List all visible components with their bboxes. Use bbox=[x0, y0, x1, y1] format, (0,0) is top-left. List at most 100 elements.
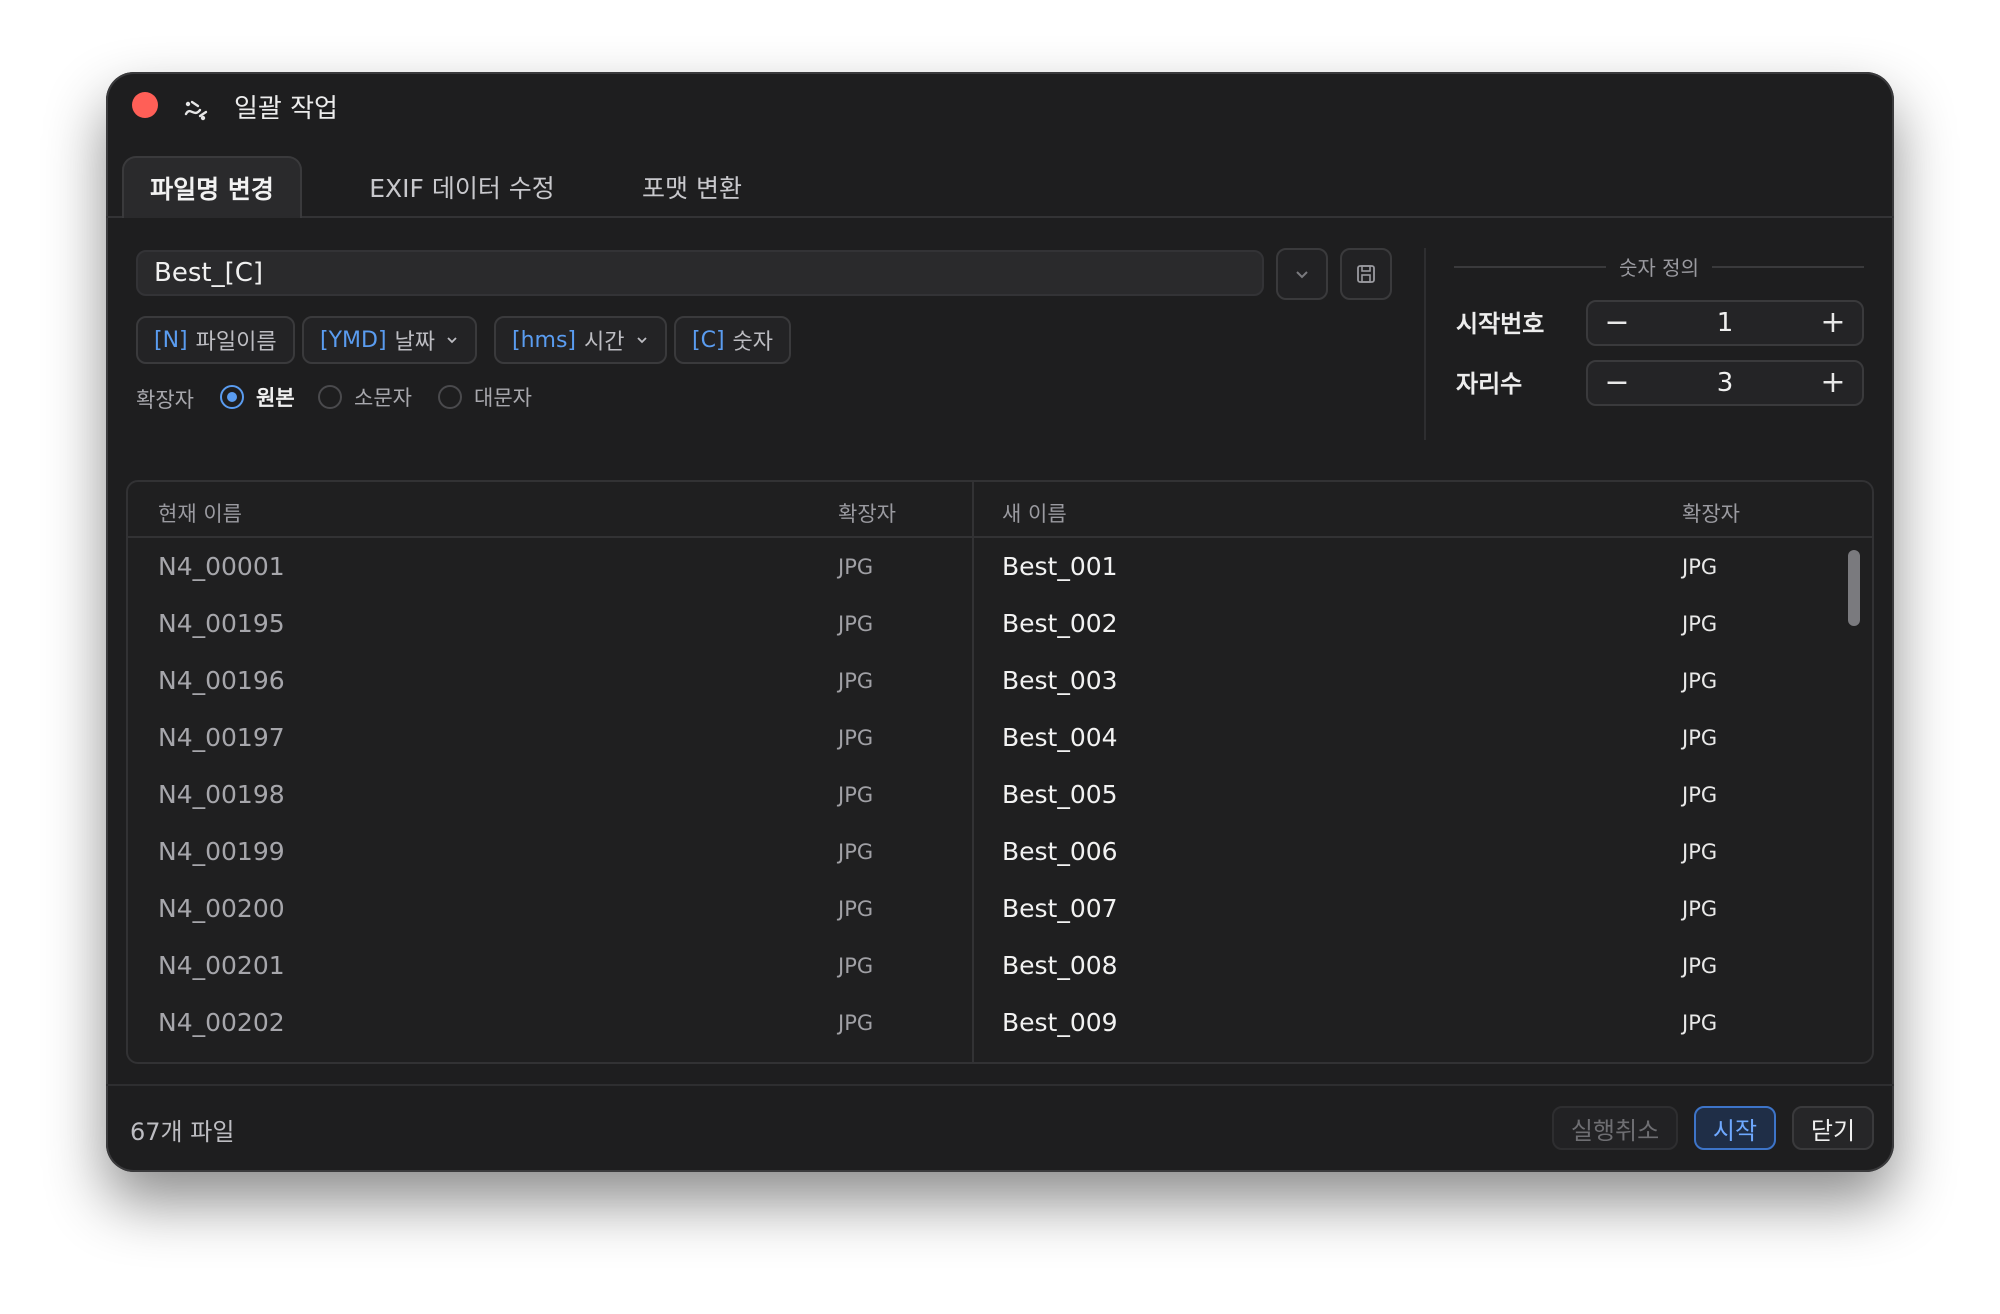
header-extension: 확장자 bbox=[838, 502, 896, 526]
tab-format[interactable]: 포맷 변환 bbox=[612, 156, 772, 218]
new-name-cell: Best_005 bbox=[1002, 780, 1118, 809]
token-code: [YMD] bbox=[320, 327, 387, 353]
number-definition-header: 숫자 정의 bbox=[1454, 252, 1864, 282]
batch-icon bbox=[184, 100, 208, 121]
new-name-cell: Best_006 bbox=[1002, 837, 1118, 866]
radio-label: 원본 bbox=[256, 386, 295, 410]
close-window-button[interactable] bbox=[132, 92, 158, 118]
table-row[interactable]: N4_00197 JPG Best_004 JPG bbox=[128, 711, 1872, 768]
token-label: 숫자 bbox=[732, 330, 774, 355]
increment-button[interactable]: + bbox=[1818, 368, 1848, 398]
table-row[interactable]: N4_00198 JPG Best_005 JPG bbox=[128, 768, 1872, 825]
radio-label: 소문자 bbox=[354, 386, 412, 410]
new-extension-cell: JPG bbox=[1682, 726, 1718, 750]
header-new-name: 새 이름 bbox=[1002, 502, 1067, 526]
token-label: 시간 bbox=[584, 330, 625, 355]
table-body: N4_00001 JPG Best_001 JPG N4_00195 JPG Best_00… bbox=[128, 540, 1872, 1062]
save-preset-button[interactable] bbox=[1340, 248, 1392, 300]
table-row[interactable]: N4_00001 JPG Best_001 JPG bbox=[128, 540, 1872, 597]
extension-cell: JPG bbox=[838, 612, 874, 636]
title-bar: 일괄 작업 bbox=[106, 72, 1894, 152]
tab-rename[interactable]: 파일명 변경 bbox=[122, 156, 302, 218]
table-row[interactable]: N4_00201 JPG Best_008 JPG bbox=[128, 939, 1872, 996]
tab-exif[interactable]: EXIF 데이터 수정 bbox=[342, 156, 582, 218]
extension-cell: JPG bbox=[838, 555, 874, 579]
digits-label: 자리수 bbox=[1456, 370, 1523, 398]
new-name-cell: Best_003 bbox=[1002, 666, 1118, 695]
current-name-cell: N4_00200 bbox=[158, 894, 285, 923]
save-icon bbox=[1357, 265, 1375, 283]
current-name-cell: N4_00001 bbox=[158, 552, 285, 581]
new-name-cell: Best_004 bbox=[1002, 723, 1118, 752]
batch-window: 일괄 작업 파일명 변경 EXIF 데이터 수정 포맷 변환 Best_[C] … bbox=[106, 72, 1894, 1172]
start-button[interactable]: 시작 bbox=[1694, 1106, 1776, 1150]
table-row[interactable]: N4_00202 JPG Best_009 JPG bbox=[128, 996, 1872, 1053]
digits-value: 3 bbox=[1716, 368, 1734, 398]
new-extension-cell: JPG bbox=[1682, 954, 1718, 978]
token-filename[interactable]: [N] 파일이름 bbox=[136, 316, 295, 364]
chevron-down-icon bbox=[636, 337, 647, 344]
radio-indicator bbox=[318, 385, 342, 409]
new-name-cell: Best_007 bbox=[1002, 894, 1118, 923]
extension-cell: JPG bbox=[838, 1011, 874, 1035]
table-scrollbar[interactable] bbox=[1848, 550, 1860, 626]
new-extension-cell: JPG bbox=[1682, 840, 1718, 864]
token-code: [hms] bbox=[512, 327, 577, 353]
extension-cell: JPG bbox=[838, 954, 874, 978]
table-row[interactable]: N4_00196 JPG Best_003 JPG bbox=[128, 654, 1872, 711]
current-name-cell: N4_00201 bbox=[158, 951, 285, 980]
token-date[interactable]: [YMD] 날짜 bbox=[302, 316, 478, 364]
header-current-name: 현재 이름 bbox=[158, 502, 242, 526]
table-row[interactable]: N4_00195 JPG Best_002 JPG bbox=[128, 597, 1872, 654]
token-time[interactable]: [hms] 시간 bbox=[494, 316, 667, 364]
increment-button[interactable]: + bbox=[1818, 308, 1848, 338]
new-extension-cell: JPG bbox=[1682, 1011, 1718, 1035]
start-number-stepper[interactable]: − 1 + bbox=[1586, 300, 1864, 346]
radio-lowercase[interactable]: 소문자 bbox=[318, 382, 412, 412]
token-label: 날짜 bbox=[394, 330, 436, 355]
header-new-extension: 확장자 bbox=[1682, 502, 1740, 526]
current-name-cell: N4_00197 bbox=[158, 723, 285, 752]
radio-label: 대문자 bbox=[474, 386, 532, 410]
header-rule bbox=[1712, 266, 1864, 268]
token-code: [N] bbox=[154, 327, 188, 353]
new-extension-cell: JPG bbox=[1682, 669, 1718, 693]
rename-preview-table: 현재 이름 확장자 새 이름 확장자 N4_00001 JPG Best_001 JP… bbox=[126, 480, 1874, 1064]
table-row[interactable]: N4_00200 JPG Best_007 JPG bbox=[128, 882, 1872, 939]
new-name-cell: Best_009 bbox=[1002, 1008, 1118, 1037]
current-name-cell: N4_00202 bbox=[158, 1008, 285, 1037]
panel-divider bbox=[1424, 248, 1426, 440]
pattern-input[interactable]: Best_[C] bbox=[136, 250, 1264, 296]
new-extension-cell: JPG bbox=[1682, 555, 1718, 579]
extension-cell: JPG bbox=[838, 726, 874, 750]
current-name-cell: N4_00196 bbox=[158, 666, 285, 695]
token-counter[interactable]: [C] 숫자 bbox=[674, 316, 792, 364]
new-name-cell: Best_001 bbox=[1002, 552, 1118, 581]
chevron-down-icon bbox=[447, 337, 457, 344]
pattern-dropdown-button[interactable] bbox=[1276, 248, 1328, 300]
radio-indicator bbox=[220, 385, 244, 409]
token-label: 파일이름 bbox=[195, 330, 277, 355]
tab-bar: 파일명 변경 EXIF 데이터 수정 포맷 변환 bbox=[122, 156, 1894, 220]
window-title: 일괄 작업 bbox=[234, 94, 338, 124]
radio-indicator bbox=[438, 385, 462, 409]
new-extension-cell: JPG bbox=[1682, 612, 1718, 636]
extension-label: 확장자 bbox=[136, 388, 194, 412]
decrement-button[interactable]: − bbox=[1602, 368, 1632, 398]
close-button[interactable]: 닫기 bbox=[1792, 1106, 1874, 1150]
digits-stepper[interactable]: − 3 + bbox=[1586, 360, 1864, 406]
table-row[interactable]: N4_00199 JPG Best_006 JPG bbox=[128, 825, 1872, 882]
radio-original[interactable]: 원본 bbox=[220, 382, 295, 412]
footer-divider bbox=[106, 1084, 1894, 1086]
undo-button[interactable]: 실행취소 bbox=[1552, 1106, 1678, 1150]
new-name-cell: Best_002 bbox=[1002, 609, 1118, 638]
radio-uppercase[interactable]: 대문자 bbox=[438, 382, 532, 412]
decrement-button[interactable]: − bbox=[1602, 308, 1632, 338]
extension-cell: JPG bbox=[838, 783, 874, 807]
start-number-label: 시작번호 bbox=[1456, 310, 1545, 338]
extension-cell: JPG bbox=[838, 897, 874, 921]
new-extension-cell: JPG bbox=[1682, 897, 1718, 921]
table-header: 현재 이름 확장자 새 이름 확장자 bbox=[128, 482, 1872, 538]
start-number-value: 1 bbox=[1716, 308, 1734, 338]
new-name-cell: Best_008 bbox=[1002, 951, 1118, 980]
